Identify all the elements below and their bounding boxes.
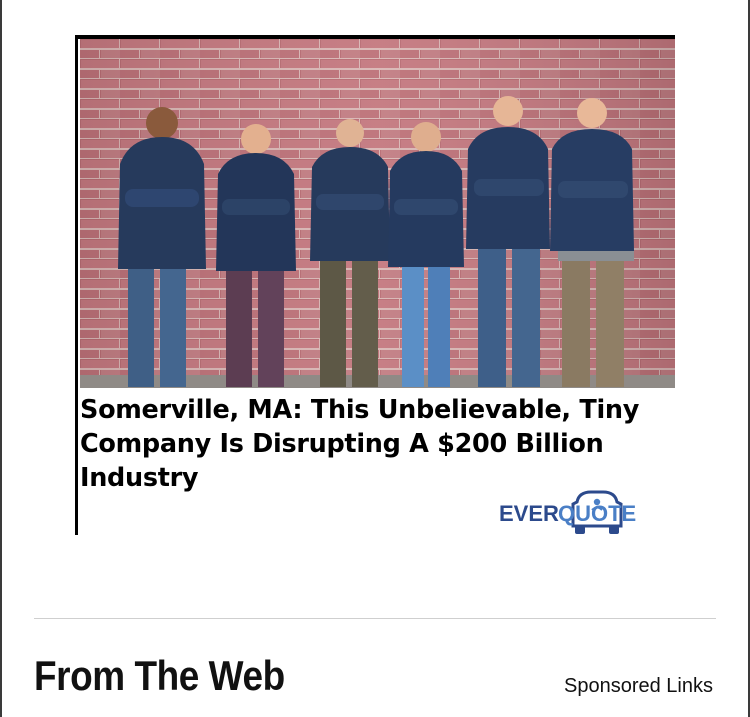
ad-card-left-border (75, 35, 78, 535)
from-the-web-heading: From The Web (34, 652, 285, 699)
logo-text-ever: EVER (499, 501, 559, 526)
ad-headline[interactable]: Somerville, MA: This Unbelievable, Tiny … (80, 393, 680, 495)
logo-text-quote: QUOTE (558, 501, 636, 526)
page-frame-left (0, 0, 2, 717)
sponsored-ad-card[interactable]: Somerville, MA: This Unbelievable, Tiny … (75, 35, 675, 535)
sponsored-links-label[interactable]: Sponsored Links (564, 674, 713, 698)
ad-photo-team-brick-wall[interactable] (80, 39, 675, 388)
section-divider (34, 618, 716, 619)
everquote-logo[interactable]: EVER QUOTE (499, 488, 644, 536)
